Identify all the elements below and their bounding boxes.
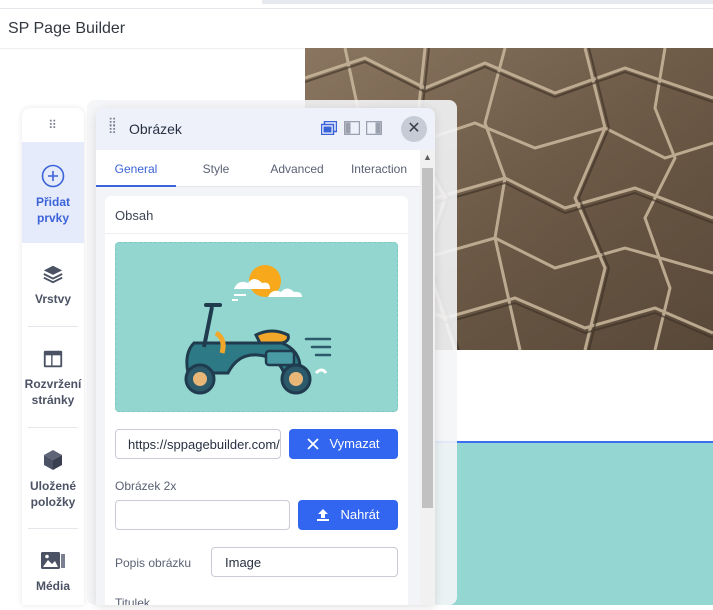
tab-general[interactable]: General — [96, 150, 176, 187]
tab-style[interactable]: Style — [176, 150, 256, 187]
dock-left-icon[interactable] — [344, 121, 360, 135]
float-panel-icon[interactable] — [321, 121, 337, 135]
section-header[interactable]: Obsah — [105, 196, 408, 234]
caption-label: Titulek — [115, 596, 150, 605]
panel-body: Obsah https://sppagebuilder.com/ Vymazat… — [96, 187, 420, 605]
layers-icon — [43, 265, 63, 284]
sidebar-item-label: Přidat prvky — [35, 195, 70, 225]
divider — [28, 528, 78, 529]
scrollbar-thumb[interactable] — [422, 168, 433, 508]
image-url-input[interactable]: https://sppagebuilder.com/ — [115, 429, 281, 459]
image-preview[interactable] — [115, 242, 398, 412]
upload-button-label: Nahrát — [340, 507, 380, 522]
addon-settings-panel: ⠿ ⠿ Obrázek ✕ General Style Advanced Inte… — [96, 108, 435, 605]
scooter-illustration — [184, 265, 332, 395]
alt-text-input[interactable]: Image — [211, 547, 398, 577]
address-bar-remnant — [262, 0, 713, 4]
clear-button[interactable]: Vymazat — [289, 429, 398, 459]
app-titlebar: SP Page Builder — [0, 8, 713, 49]
sidebar-item-label: Vrstvy — [34, 292, 72, 306]
sidebar-item-layers[interactable]: Vrstvy — [22, 263, 84, 323]
sidebar-item-label: Média — [35, 579, 70, 593]
tab-advanced[interactable]: Advanced — [256, 150, 338, 187]
media-icon — [41, 552, 65, 569]
sidebar-item-label: Rozvržení stránky — [24, 377, 82, 407]
cube-icon — [44, 450, 62, 470]
left-sidebar: ⠿ Přidat prvky Vrstvy Rozvržení stránky — [22, 108, 84, 605]
top-strip — [0, 0, 713, 8]
close-icon[interactable]: ✕ — [401, 116, 427, 142]
upload-icon — [317, 509, 330, 522]
divider — [28, 427, 78, 428]
upload-button[interactable]: Nahrát — [298, 500, 398, 530]
panel-scrollbar[interactable]: ▲ — [420, 150, 435, 605]
content-section: Obsah https://sppagebuilder.com/ Vymazat… — [105, 196, 408, 605]
sidebar-item-saved-items[interactable]: Uložené položky — [22, 448, 84, 528]
close-icon — [307, 437, 320, 450]
image2x-label: Obrázek 2x — [115, 479, 177, 493]
drag-handle-icon[interactable]: ⠿ — [22, 119, 84, 131]
panel-header[interactable]: ⠿ ⠿ Obrázek ✕ — [96, 108, 435, 150]
alt-text-label: Popis obrázku — [115, 556, 192, 570]
layout-icon — [43, 350, 63, 368]
sidebar-item-media[interactable]: Média — [22, 550, 84, 610]
sidebar-item-label: Uložené položky — [29, 479, 76, 509]
section-title: Obsah — [115, 208, 154, 223]
teal-section-background — [430, 441, 713, 605]
sidebar-item-page-layout[interactable]: Rozvržení stránky — [22, 348, 84, 428]
clear-button-label: Vymazat — [329, 436, 380, 451]
sidebar-item-add-elements[interactable]: Přidat prvky — [22, 142, 84, 243]
dock-right-icon[interactable] — [366, 121, 382, 135]
scroll-up-icon[interactable]: ▲ — [423, 152, 432, 162]
plus-circle-icon — [41, 164, 65, 188]
image2x-input[interactable] — [115, 500, 290, 530]
panel-tabs: General Style Advanced Interaction — [96, 150, 420, 187]
panel-title: Obrázek — [129, 121, 182, 137]
tab-interaction[interactable]: Interaction — [338, 150, 420, 187]
divider — [28, 326, 78, 327]
app-title: SP Page Builder — [8, 20, 126, 37]
drag-handle-icon[interactable]: ⠿ ⠿ — [108, 117, 117, 136]
